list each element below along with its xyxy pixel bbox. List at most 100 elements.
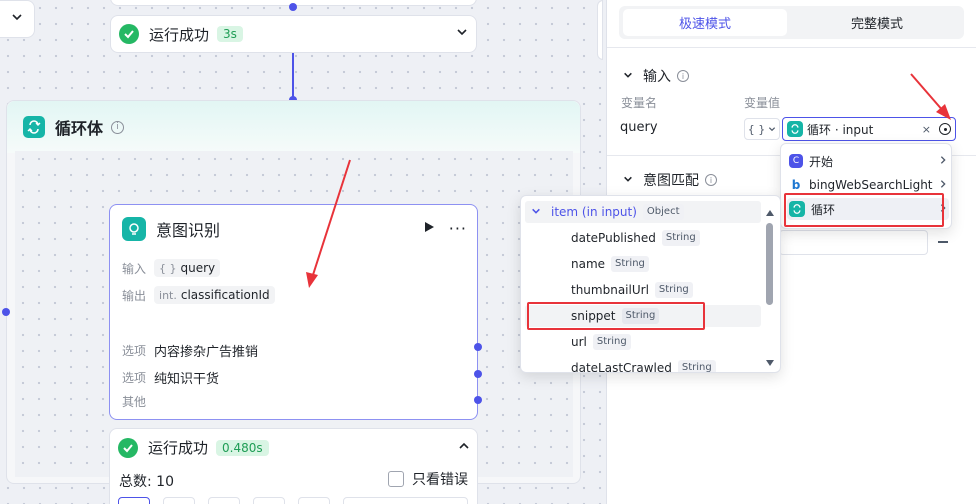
chevron-right-icon [939,178,947,193]
source-item-start[interactable]: C 开始 [789,150,947,172]
partial-dropdown-card[interactable] [0,0,35,38]
intent-node[interactable]: 意图识别 ··· 输入 { } query 输出 int. classificati… [109,204,478,420]
field-item[interactable]: name String [525,253,761,275]
ref-value-text: 循环 · input [807,122,874,137]
var-name-value: query [620,120,658,135]
type-tag: String [677,360,716,372]
scroll-up-arrow[interactable] [765,206,775,221]
annotation-box-snippet [527,302,705,330]
field-name: thumbnailUrl [571,283,649,297]
total-count: 总数: 10 [119,474,174,490]
mode-full-tab[interactable]: 完整模式 [795,9,959,36]
output-label: 输出 [122,288,147,303]
option-label: 选项 [122,371,147,385]
annotation-box-loop [784,193,944,227]
chevron-down-icon[interactable] [456,26,468,42]
input-section-header[interactable]: 输入 i [623,66,689,86]
type-tag: String [661,230,700,246]
intent-node-title: 意图识别 [156,221,221,240]
run-time-badge: 3s [217,26,243,42]
target-icon[interactable] [939,123,951,135]
play-icon[interactable] [423,221,435,237]
option-value: 内容掺杂广告推销 [154,345,259,360]
type-tag: Object [642,204,684,220]
connector-port[interactable] [289,3,297,11]
run-time-badge: 0.480s [216,439,269,456]
field-item[interactable]: dateLastCrawled String [525,357,761,373]
page-tab[interactable] [163,497,195,504]
option-value: 纯知识干货 [154,372,220,387]
chevron-right-icon [939,154,947,169]
intent-section-title: 意图匹配 [643,173,699,189]
page-tab[interactable] [118,497,150,504]
var-name-column: 变量名 [621,96,658,110]
mode-fast-tab[interactable]: 极速模式 [623,9,787,36]
field-name: name [571,257,606,271]
info-icon[interactable]: i [111,120,125,134]
option-port[interactable] [474,343,482,351]
lightbulb-icon [122,217,146,241]
var-value-column: 变量值 [744,96,781,110]
loop-title: 循环体 [55,119,104,138]
option-label: 选项 [122,344,147,358]
chevron-down-icon [531,205,541,220]
check-circle-icon [118,437,138,458]
start-icon: C [789,154,803,168]
field-name: url [571,335,587,349]
bing-icon: b [791,178,801,192]
errors-only-checkbox[interactable] [388,471,404,487]
more-icon[interactable]: ··· [449,221,467,237]
page-tab[interactable] [298,497,330,504]
field-item[interactable]: datePublished String [525,227,761,249]
right-panel [597,0,603,60]
input-section-title: 输入 [643,69,671,85]
info-icon[interactable]: i [677,70,689,82]
type-tag: String [611,256,649,272]
var-ref-input[interactable]: 循环 · input × [782,117,956,141]
chevron-down-icon [623,173,633,188]
mode-fast-label: 极速模式 [678,17,731,32]
output-var-chip: int. classificationId [154,286,275,304]
option-other-label: 其他 [122,395,147,409]
intent-section-header[interactable]: 意图匹配 i [623,170,717,190]
intent-option-input[interactable] [779,230,928,255]
source-item-label: bingWebSearchLight [809,178,933,192]
chevron-down-icon [11,11,23,27]
input-var-chip: { } query [154,259,221,277]
type-tag: String [592,334,631,350]
run-status-label: 运行成功 [149,25,210,44]
mode-switcher: 极速模式 完整模式 [619,6,964,39]
option-port[interactable] [474,396,482,404]
check-circle-icon [119,24,139,44]
clear-icon[interactable]: × [922,123,931,136]
source-item-label: 开始 [809,154,834,169]
parent-field-item[interactable]: item (in input) Object [525,201,761,223]
top-run-status[interactable]: 运行成功 3s [110,15,477,53]
page-select[interactable] [343,497,468,504]
connector-port[interactable] [2,308,10,316]
field-dropdown: item (in input) Object datePublished Str… [520,195,781,373]
type-symbol: { } [747,122,766,136]
type-tag: String [654,282,693,298]
info-icon[interactable]: i [705,174,717,186]
mode-full-label: 完整模式 [850,17,903,32]
scroll-down-arrow[interactable] [765,356,775,371]
type-select[interactable]: { } [744,118,780,140]
page-tab[interactable] [253,497,285,504]
run-status-label: 运行成功 [148,439,209,457]
loop-header: 循环体 i [7,101,580,153]
field-item[interactable]: thumbnailUrl String [525,279,761,301]
parent-field-name: item (in input) [551,205,637,219]
field-item[interactable]: url String [525,331,761,353]
bottom-run-status[interactable]: 运行成功 0.480s 总数: 10 只看错误 [109,428,478,504]
option-port[interactable] [474,370,482,378]
remove-option-icon[interactable] [938,241,948,243]
chevron-down-icon [623,69,633,84]
page-tab[interactable] [208,497,240,504]
loop-icon [787,121,803,137]
chevron-up-icon[interactable] [458,440,470,456]
errors-only-label: 只看错误 [412,472,468,488]
field-name: dateLastCrawled [571,361,672,373]
loop-icon [23,116,45,138]
scrollbar-thumb[interactable] [766,223,773,305]
